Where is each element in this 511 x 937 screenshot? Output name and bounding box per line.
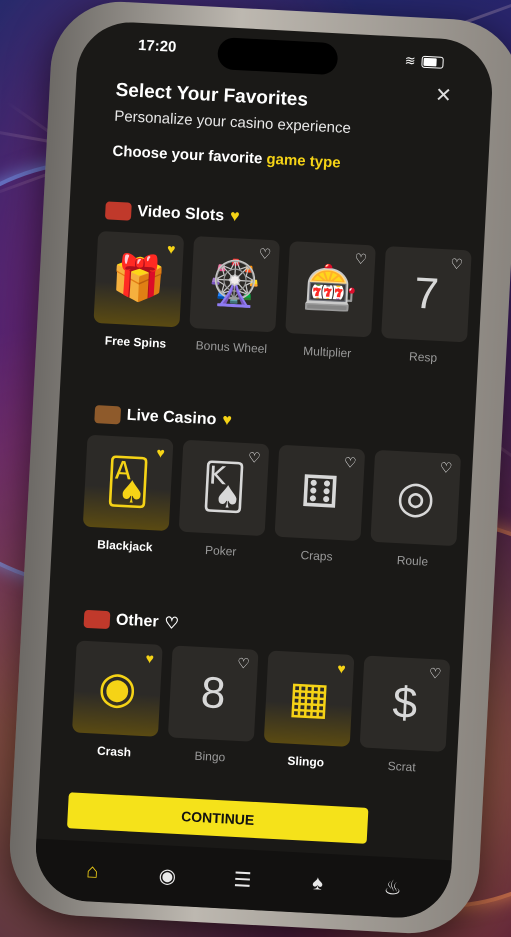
- game-card[interactable]: 🎁 ♥ Free Spins: [92, 230, 185, 351]
- game-tile[interactable]: $ ♡: [359, 655, 451, 752]
- slingo-grid-icon: ▦: [287, 672, 332, 724]
- section-label: Other: [115, 611, 160, 631]
- card-row: ◉ ♥ Crash 8 ♡ Bingo ▦ ♥ Slingo $ ♡ Scrat: [71, 640, 463, 776]
- game-label: Resp: [408, 349, 438, 365]
- dynamic-island: [216, 37, 339, 76]
- game-card[interactable]: 8 ♡ Bingo: [167, 645, 259, 765]
- game-tile[interactable]: 🎁 ♥: [93, 230, 185, 328]
- heart-icon[interactable]: ♡: [237, 655, 250, 673]
- game-tile[interactable]: ⚅ ♡: [274, 444, 366, 542]
- game-label: Craps: [300, 548, 333, 564]
- wifi-icon: ≋: [404, 52, 417, 69]
- close-icon[interactable]: ✕: [434, 82, 452, 108]
- section-2: Other ♡ ◉ ♥ Crash 8 ♡ Bingo ▦ ♥ Slingo $ ♡ Scrat: [71, 608, 464, 776]
- game-label: Free Spins: [104, 333, 167, 351]
- status-time: 17:20: [137, 36, 177, 56]
- heart-icon[interactable]: ♡: [343, 454, 357, 472]
- game-tile[interactable]: ◎ ♡: [370, 449, 462, 547]
- game-label: Blackjack: [96, 537, 153, 555]
- game-label: Roule: [396, 553, 429, 569]
- phone-screen: 17:20 ≋ ✕ Select Your Favorites Personal…: [33, 19, 495, 921]
- game-tile[interactable]: 🂡 ♥: [82, 434, 174, 532]
- battery-icon: [421, 55, 444, 69]
- game-label: Crash: [96, 743, 132, 760]
- bingo-icon: 8: [199, 668, 227, 719]
- slot-machine-icon: 🎰: [301, 262, 360, 315]
- game-tile[interactable]: 🎡 ♡: [189, 236, 281, 333]
- heart-icon[interactable]: ♥: [230, 208, 240, 226]
- game-card[interactable]: ◉ ♥ Crash: [71, 640, 163, 760]
- cards-icon[interactable]: ♠: [302, 871, 333, 896]
- choose-highlight: game type: [266, 150, 342, 172]
- game-label: Bingo: [194, 748, 226, 765]
- header: Select Your Favorites Personalize your c…: [112, 80, 353, 172]
- game-card[interactable]: 7 ♡ Resp: [380, 246, 472, 366]
- cards-icon: 🂮: [200, 461, 248, 514]
- section-title: Other ♡: [83, 609, 464, 649]
- section-0: Video Slots ♥ 🎁 ♥ Free Spins 🎡 ♡ Bonus Wheel 🎰 ♡ M…: [92, 201, 485, 367]
- heart-icon[interactable]: ♥: [222, 412, 232, 430]
- list-icon[interactable]: ☰: [227, 866, 258, 893]
- section-label: Live Casino: [126, 406, 217, 429]
- live-broadcast-icon[interactable]: ◉: [152, 862, 183, 889]
- game-label: Poker: [204, 543, 237, 559]
- dice-icon: ⚅: [299, 466, 341, 518]
- game-label: Multiplier: [302, 343, 352, 361]
- scratch-card-icon: $: [391, 678, 419, 729]
- choose-prompt: Choose your favorite game type: [112, 143, 349, 172]
- section-1: Live Casino ♥ 🂡 ♥ Blackjack 🂮 ♡ Poker ⚅ ♡ Craps ◎ ♡ R…: [82, 405, 475, 571]
- slots-777-icon: [104, 201, 132, 221]
- game-card[interactable]: 🎰 ♡ Multiplier: [284, 241, 376, 361]
- game-card[interactable]: 🂡 ♥ Blackjack: [82, 434, 174, 555]
- game-tile[interactable]: 🎰 ♡: [285, 241, 376, 338]
- heart-icon[interactable]: ♥: [156, 444, 165, 460]
- flame-icon[interactable]: ♨: [377, 874, 408, 901]
- heart-icon[interactable]: ♡: [354, 250, 367, 268]
- game-tile[interactable]: 🂮 ♡: [178, 439, 270, 537]
- heart-icon[interactable]: ♡: [439, 459, 452, 477]
- heart-icon[interactable]: ♡: [248, 449, 261, 467]
- gift-icon: 🎁: [110, 252, 168, 305]
- game-tile[interactable]: 8 ♡: [167, 645, 259, 742]
- heart-icon[interactable]: ♡: [450, 255, 463, 273]
- game-label: Bonus Wheel: [195, 338, 268, 356]
- game-label: Scrat: [387, 758, 417, 775]
- game-tile[interactable]: ▦ ♥: [263, 650, 355, 747]
- crash-ball-icon: ◉: [96, 662, 138, 714]
- roulette-chip-icon: [83, 609, 111, 630]
- heart-icon[interactable]: ♡: [164, 613, 179, 634]
- live-dealer-icon: [94, 405, 122, 425]
- cards-chip-icon: 🂡: [104, 456, 152, 509]
- status-bar: 17:20 ≋: [77, 34, 494, 80]
- game-card[interactable]: ⚅ ♡ Craps: [273, 444, 366, 565]
- heart-icon[interactable]: ♥: [167, 241, 176, 257]
- game-card[interactable]: $ ♡ Scrat: [358, 655, 451, 776]
- home-icon[interactable]: ⌂: [77, 859, 108, 884]
- choose-prefix: Choose your favorite: [112, 142, 267, 168]
- game-tile[interactable]: 7 ♡: [381, 246, 472, 343]
- heart-icon[interactable]: ♥: [337, 660, 346, 676]
- wheel-icon: 🎡: [206, 257, 264, 310]
- heart-icon[interactable]: ♡: [258, 245, 271, 263]
- game-card[interactable]: 🎡 ♡ Bonus Wheel: [188, 236, 281, 356]
- game-tile[interactable]: ◉ ♥: [72, 640, 163, 737]
- sevens-icon: 7: [412, 268, 440, 319]
- roulette-icon: ◎: [395, 472, 437, 523]
- card-row: 🂡 ♥ Blackjack 🂮 ♡ Poker ⚅ ♡ Craps ◎ ♡ Roule: [82, 434, 474, 571]
- game-label: Slingo: [287, 753, 325, 770]
- section-label: Video Slots: [136, 203, 225, 225]
- card-row: 🎁 ♥ Free Spins 🎡 ♡ Bonus Wheel 🎰 ♡ Multiplier 7 ♡ R…: [92, 230, 484, 367]
- game-card[interactable]: 🂮 ♡ Poker: [177, 439, 270, 560]
- continue-button[interactable]: CONTINUE: [66, 792, 369, 844]
- game-card[interactable]: ▦ ♥ Slingo: [262, 650, 355, 770]
- game-card[interactable]: ◎ ♡ Roule: [369, 449, 462, 570]
- heart-icon[interactable]: ♡: [429, 665, 442, 683]
- heart-icon[interactable]: ♥: [145, 650, 154, 666]
